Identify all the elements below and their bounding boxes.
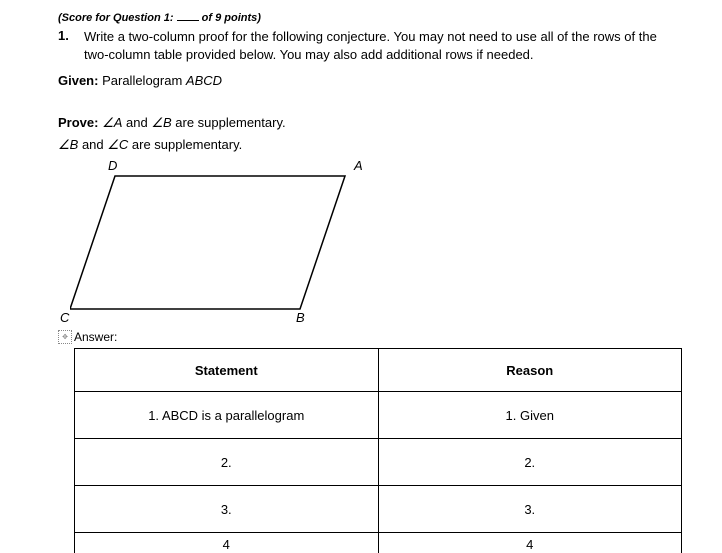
cell-statement: 1. ABCD is a parallelogram	[75, 392, 379, 439]
prove-line2: ∠B and ∠C are supplementary.	[58, 134, 680, 156]
score-line: (Score for Question 1: of 9 points)	[58, 12, 680, 24]
given-text-pre: Parallelogram	[102, 73, 186, 88]
worksheet-page: (Score for Question 1: of 9 points) 1. W…	[0, 0, 722, 553]
cell-reason: 1. Given	[378, 392, 682, 439]
vertex-D: D	[108, 158, 117, 173]
angle-A: ∠A	[102, 115, 122, 130]
vertex-C: C	[60, 310, 69, 325]
prove-l1-end: are supplementary.	[172, 115, 286, 130]
answer-row: ✥ Answer:	[58, 330, 680, 344]
table-row: 3. 3.	[75, 486, 682, 533]
table-row: 4 4	[75, 533, 682, 553]
cell-reason: 4	[378, 533, 682, 553]
score-blank	[177, 20, 199, 21]
angle-B: ∠B	[151, 115, 171, 130]
move-handle-icon: ✥	[58, 330, 72, 344]
vertex-A: A	[354, 158, 363, 173]
table-header-row: Statement Reason	[75, 349, 682, 392]
angle-C: ∠C	[107, 137, 128, 152]
given-text-italic: ABCD	[186, 73, 222, 88]
angle-B2: ∠B	[58, 137, 78, 152]
question-row: 1. Write a two-column proof for the foll…	[58, 28, 680, 63]
prove-line1: Prove: ∠A and ∠B are supplementary.	[58, 112, 680, 134]
cell-statement: 4	[75, 533, 379, 553]
prove-l1-mid: and	[122, 115, 151, 130]
prove-block: Prove: ∠A and ∠B are supplementary. ∠B a…	[58, 112, 680, 156]
header-reason: Reason	[378, 349, 682, 392]
prove-label: Prove:	[58, 115, 98, 130]
prove-l2-mid: and	[78, 137, 107, 152]
proof-table: Statement Reason 1. ABCD is a parallelog…	[74, 348, 682, 553]
parallelogram-shape	[70, 174, 355, 314]
cell-statement: 3.	[75, 486, 379, 533]
question-number: 1.	[58, 28, 84, 63]
answer-label: Answer:	[74, 330, 117, 344]
given-label: Given:	[58, 73, 98, 88]
parallelogram-figure: D A C B	[58, 158, 378, 328]
cell-reason: 2.	[378, 439, 682, 486]
score-suffix: of 9 points)	[202, 12, 261, 24]
cell-statement: 2.	[75, 439, 379, 486]
given-row: Given: Parallelogram ABCD	[58, 73, 680, 88]
table-row: 2. 2.	[75, 439, 682, 486]
header-statement: Statement	[75, 349, 379, 392]
table-row: 1. ABCD is a parallelogram 1. Given	[75, 392, 682, 439]
cell-reason: 3.	[378, 486, 682, 533]
question-text: Write a two-column proof for the followi…	[84, 28, 680, 63]
score-prefix: (Score for Question 1:	[58, 12, 174, 24]
prove-l2-end: are supplementary.	[128, 137, 242, 152]
